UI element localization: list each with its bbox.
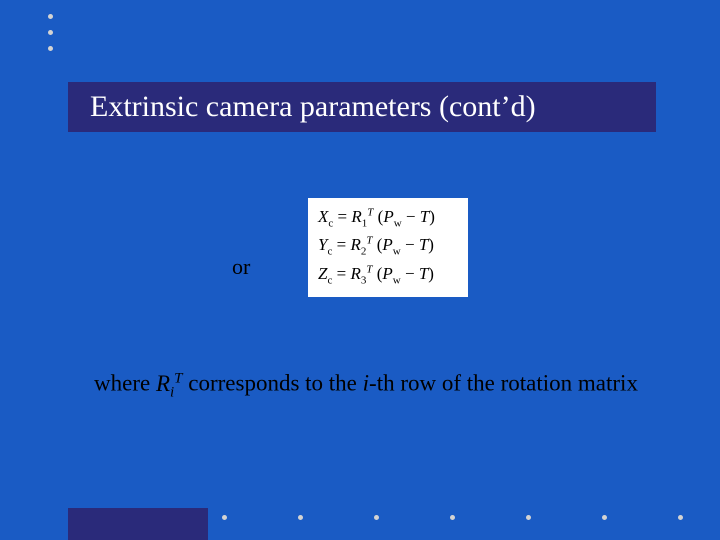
equation-line-3: Zc = R3T (Pw − T) [318, 261, 458, 289]
bottom-accent-block [68, 508, 208, 540]
where-line: where RiT corresponds to the i-th row of… [94, 370, 638, 401]
equation-line-1: Xc = R1T (Pw − T) [318, 204, 458, 232]
dot [526, 515, 531, 520]
decorative-dots-horizontal [222, 515, 683, 520]
title-bar: Extrinsic camera parameters (cont’d) [68, 82, 656, 132]
dot [602, 515, 607, 520]
dot [222, 515, 227, 520]
dot [298, 515, 303, 520]
equation-block: Xc = R1T (Pw − T) Yc = R2T (Pw − T) Zc =… [308, 198, 468, 297]
decorative-dots-vertical [48, 14, 53, 51]
dot [48, 30, 53, 35]
dot [374, 515, 379, 520]
dot [48, 14, 53, 19]
or-label: or [232, 254, 250, 280]
equation-line-2: Yc = R2T (Pw − T) [318, 232, 458, 260]
slide-title: Extrinsic camera parameters (cont’d) [90, 90, 536, 124]
dot [450, 515, 455, 520]
dot [48, 46, 53, 51]
dot [678, 515, 683, 520]
